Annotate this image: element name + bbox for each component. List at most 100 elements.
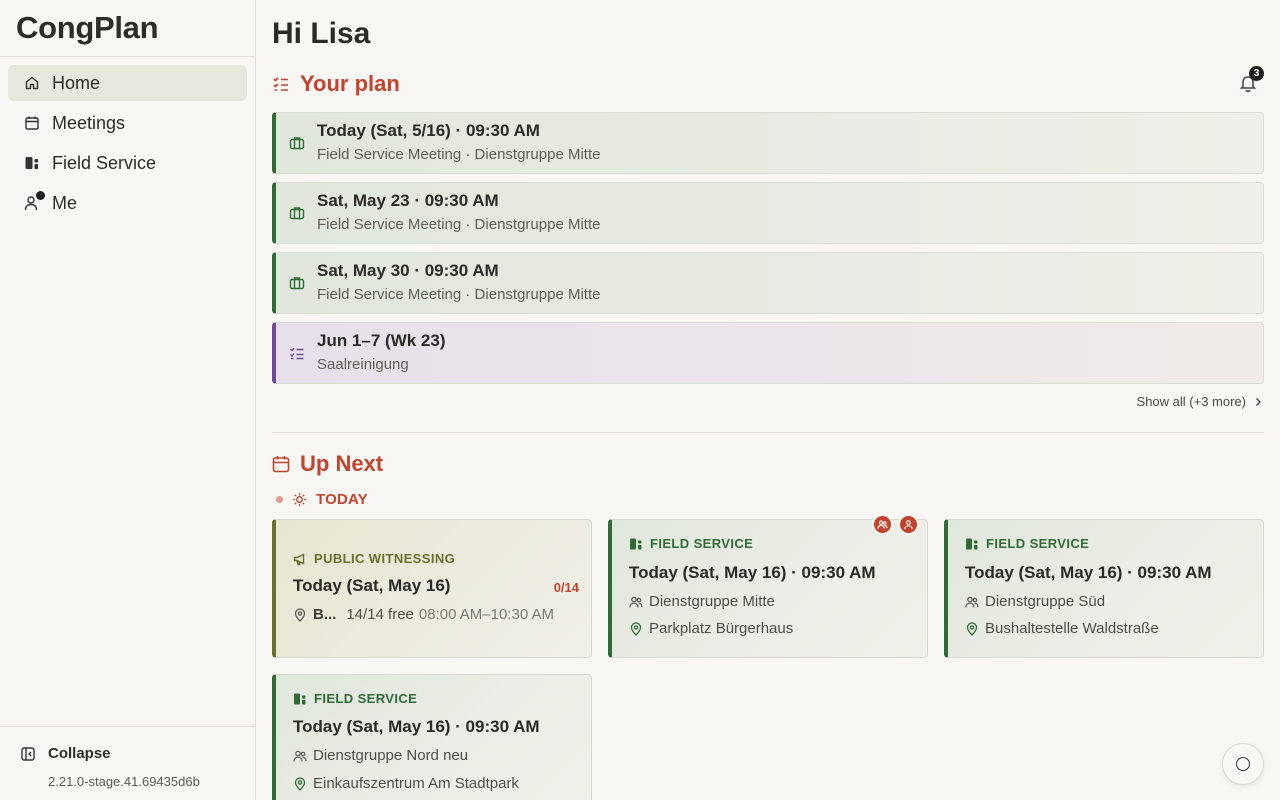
field-service-icon [966, 538, 978, 549]
app-logo[interactable]: CongPlan [0, 0, 255, 57]
plan-item-title: Sat, May 30 · 09:30 AM [317, 261, 499, 280]
card-group-line: Dienstgruppe Nord neu [293, 747, 468, 764]
your-plan-title: Your plan [300, 71, 400, 96]
user-icon [904, 520, 913, 530]
user-icon [23, 191, 45, 212]
chevron-right-icon [1256, 397, 1261, 406]
card-location-line: Einkaufszentrum Am Stadtpark [293, 775, 519, 792]
card-group-line: Dienstgruppe Mitte [629, 593, 775, 610]
version-label: 2.21.0-stage.41.69435d6b [48, 774, 200, 789]
location-name: Parkplatz Bürgerhaus [649, 620, 794, 637]
card-kind: PUBLIC WITNESSING [293, 551, 455, 566]
briefcase-icon [289, 205, 305, 221]
card-location-line: Parkplatz Bürgerhaus [629, 620, 793, 637]
group-name: Dienstgruppe Mitte [649, 593, 775, 610]
sidebar-item-me[interactable]: Me [8, 185, 247, 221]
plan-item-title: Jun 1–7 (Wk 23) [317, 331, 446, 350]
plan-item-title: Today (Sat, 5/16) · 09:30 AM [317, 121, 540, 140]
event-card[interactable]: FIELD SERVICE Today (Sat, May 16) · 09:3… [944, 519, 1264, 658]
card-title: Today (Sat, May 16) [293, 576, 451, 595]
location-pin-icon [966, 621, 978, 636]
sidebar-item-meetings[interactable]: Meetings [8, 105, 247, 141]
collapse-icon [21, 746, 35, 761]
collapse-button[interactable]: Collapse [0, 727, 255, 762]
plan-item[interactable]: Today (Sat, 5/16) · 09:30 AM Field Servi… [272, 112, 1264, 174]
location-short: B... [313, 606, 337, 623]
card-kind: FIELD SERVICE [629, 536, 753, 551]
card-title: Today (Sat, May 16) · 09:30 AM [629, 563, 876, 582]
section-divider [272, 432, 1264, 433]
field-service-icon [23, 154, 41, 172]
plan-item[interactable]: Jun 1–7 (Wk 23) Saalreinigung [272, 322, 1264, 384]
sidebar-item-home[interactable]: Home [8, 65, 247, 101]
group-icon [965, 596, 979, 608]
event-card[interactable]: FIELD SERVICE Today (Sat, May 16) · 09:3… [272, 674, 592, 800]
collapse-label: Collapse [48, 745, 111, 762]
card-location-line: B... 14/14 free 08:00 AM–10:30 AM [293, 606, 554, 623]
location-pin-icon [294, 607, 306, 622]
checklist-icon [273, 77, 288, 91]
location-pin-icon [630, 621, 642, 636]
sidebar: CongPlan Home Meetings Field Service Me … [0, 0, 256, 800]
event-card[interactable]: FIELD SERVICE Today (Sat, May 16) · 09:3… [608, 514, 928, 658]
plan-item-subtitle: Field Service Meeting · Dienstgruppe Mit… [317, 146, 601, 163]
event-card[interactable]: PUBLIC WITNESSING Today (Sat, May 16) 0/… [272, 519, 592, 658]
location-pin-icon [294, 776, 306, 791]
today-label: TODAY [316, 491, 368, 508]
card-kind: FIELD SERVICE [965, 536, 1089, 551]
notification-dot [36, 191, 45, 200]
card-kind-label: FIELD SERVICE [650, 536, 754, 551]
up-next-title: Up Next [300, 451, 384, 476]
card-kind-label: FIELD SERVICE [986, 536, 1090, 551]
today-group-label: TODAY [276, 491, 368, 508]
sidebar-item-label: Me [52, 192, 78, 213]
card-kind-label: PUBLIC WITNESSING [314, 551, 456, 566]
card-title: Today (Sat, May 16) · 09:30 AM [965, 563, 1212, 582]
group-icon [877, 520, 888, 529]
sun-icon [292, 492, 307, 507]
card-kind: FIELD SERVICE [293, 691, 417, 706]
group-name: Dienstgruppe Süd [985, 593, 1106, 610]
notification-count-badge: 3 [1249, 66, 1264, 81]
sidebar-footer: Collapse 2.21.0-stage.41.69435d6b [0, 726, 255, 800]
plan-item-title: Sat, May 23 · 09:30 AM [317, 191, 499, 210]
card-group-line: Dienstgruppe Süd [965, 593, 1105, 610]
card-location-line: Bushaltestelle Waldstraße [965, 620, 1159, 637]
notifications-button[interactable]: 3 [1238, 66, 1264, 93]
up-next-heading: Up Next [272, 451, 383, 477]
sidebar-item-field-service[interactable]: Field Service [8, 145, 247, 181]
location-name: Bushaltestelle Waldstraße [985, 620, 1159, 637]
sidebar-item-label: Field Service [52, 152, 157, 173]
briefcase-icon [289, 135, 305, 151]
show-all-label: Show all (+3 more) [1136, 394, 1246, 409]
free-slots: 14/14 free [346, 606, 414, 623]
calendar-icon [23, 114, 41, 132]
group-name: Dienstgruppe Nord neu [313, 747, 469, 764]
field-service-icon [294, 693, 306, 704]
plan-list: Today (Sat, 5/16) · 09:30 AM Field Servi… [272, 112, 1264, 392]
group-icon [629, 596, 643, 608]
avatar [898, 514, 919, 535]
plan-item-subtitle: Field Service Meeting · Dienstgruppe Mit… [317, 216, 601, 233]
sidebar-item-label: Meetings [52, 112, 126, 133]
card-title: Today (Sat, May 16) · 09:30 AM [293, 717, 540, 736]
avatar [872, 514, 893, 535]
sidebar-nav: Home Meetings Field Service Me [0, 57, 255, 233]
checklist-icon [289, 345, 305, 361]
plan-item[interactable]: Sat, May 30 · 09:30 AM Field Service Mee… [272, 252, 1264, 314]
sidebar-item-label: Home [52, 72, 101, 93]
assigned-avatars [867, 514, 919, 535]
home-icon [23, 74, 41, 92]
card-kind-label: FIELD SERVICE [314, 691, 418, 706]
calendar-icon [272, 456, 290, 473]
circle-icon [1236, 757, 1250, 771]
today-dot [276, 496, 283, 503]
floating-action-button[interactable] [1222, 743, 1264, 785]
plan-item[interactable]: Sat, May 23 · 09:30 AM Field Service Mee… [272, 182, 1264, 244]
briefcase-icon [289, 275, 305, 291]
your-plan-heading: Your plan [272, 71, 400, 97]
megaphone-icon [293, 552, 305, 565]
show-all-link[interactable]: Show all (+3 more) [1137, 394, 1264, 409]
field-service-icon [630, 538, 642, 549]
location-name: Einkaufszentrum Am Stadtpark [313, 775, 519, 792]
